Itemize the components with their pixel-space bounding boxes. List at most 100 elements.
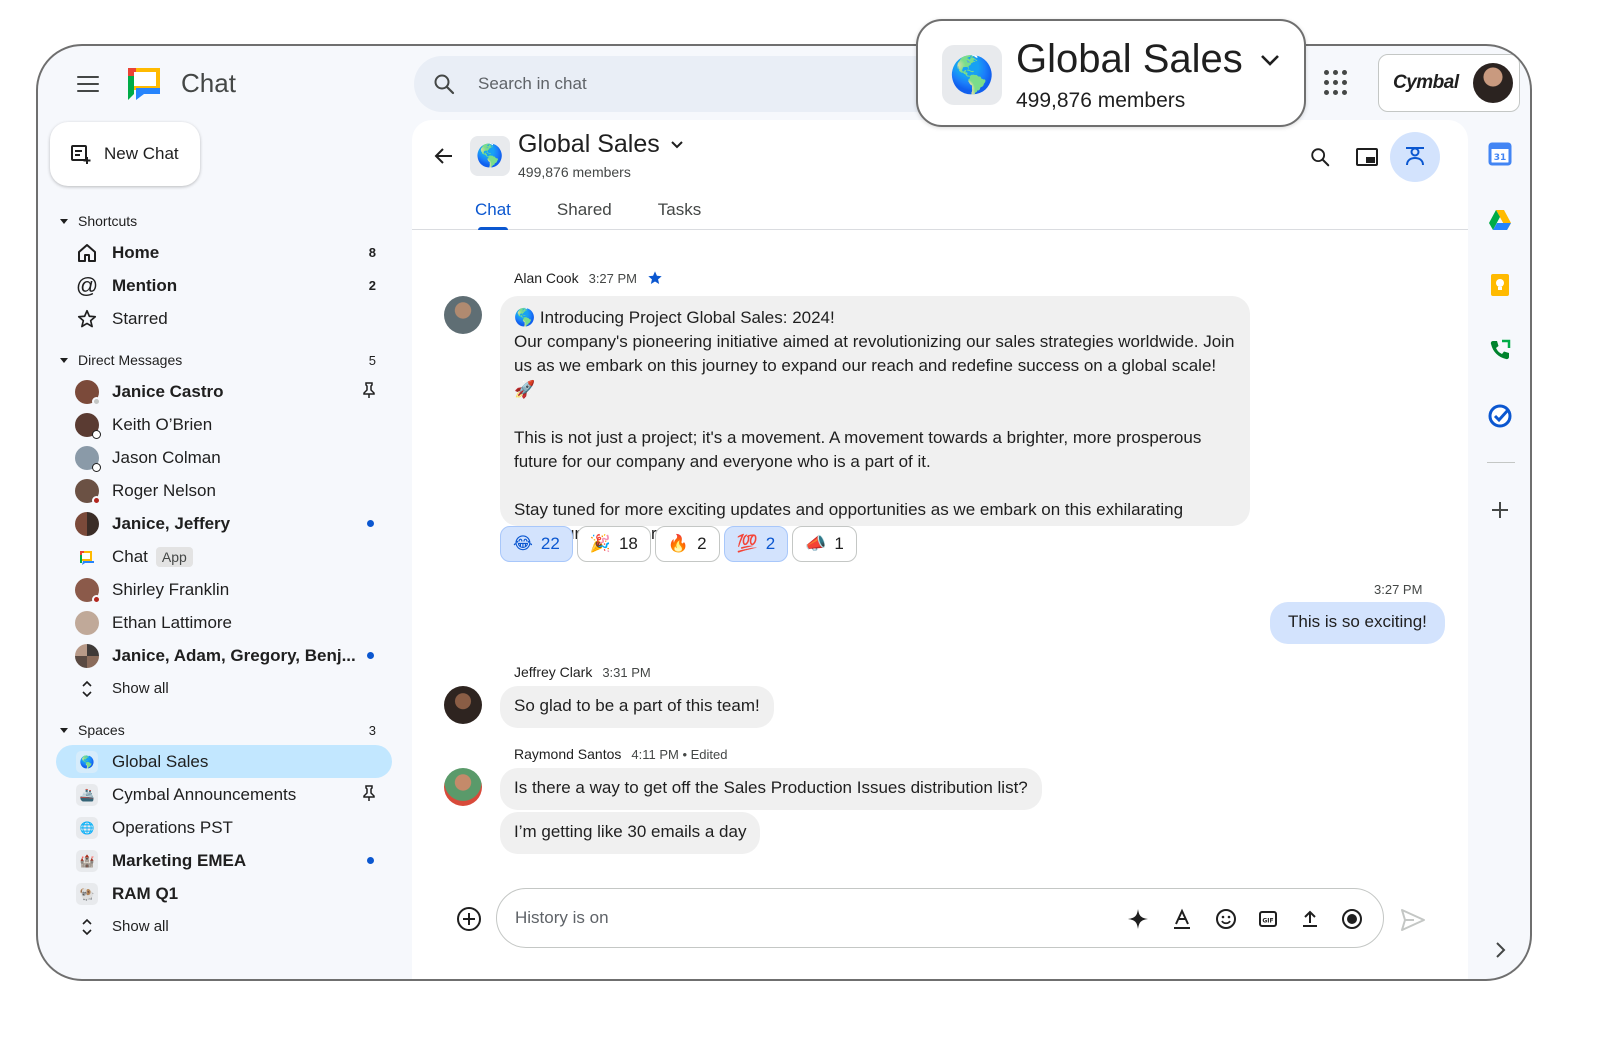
tab-chat[interactable]: Chat bbox=[458, 196, 528, 230]
chevron-right-icon[interactable] bbox=[1486, 936, 1514, 964]
drive-icon[interactable] bbox=[1486, 206, 1514, 234]
record-video-icon[interactable] bbox=[1339, 906, 1365, 932]
chevron-down-icon bbox=[671, 140, 683, 148]
tab-tasks[interactable]: Tasks bbox=[641, 196, 718, 230]
pin-icon[interactable] bbox=[362, 382, 376, 401]
star-icon bbox=[77, 309, 97, 327]
reaction-chip[interactable]: 📣 1 bbox=[792, 526, 857, 562]
calendar-icon[interactable]: 31 bbox=[1486, 140, 1514, 168]
voice-call-icon[interactable] bbox=[1486, 336, 1514, 364]
spaces-show-all[interactable]: Show all bbox=[38, 910, 410, 943]
ship-icon: 🚢 bbox=[76, 783, 98, 806]
left-navigation: Shortcuts Home 8 @ Mention 2 Starred Dir… bbox=[38, 206, 410, 943]
home-icon bbox=[78, 243, 96, 262]
avatar[interactable] bbox=[444, 768, 482, 806]
dm-item[interactable]: Janice, Adam, Gregory, Benj... bbox=[38, 639, 410, 672]
back-arrow-icon[interactable] bbox=[432, 144, 456, 168]
new-chat-button[interactable]: New Chat bbox=[50, 122, 200, 186]
message-time: 3:27 PM bbox=[1374, 582, 1423, 597]
avatar[interactable] bbox=[444, 296, 482, 334]
spaces-header[interactable]: Spaces 3 bbox=[38, 715, 410, 745]
star-filled-icon[interactable] bbox=[647, 270, 663, 286]
message-input[interactable] bbox=[515, 889, 1095, 947]
main-menu-icon[interactable] bbox=[72, 68, 104, 100]
unread-dot bbox=[367, 857, 374, 864]
account-button[interactable]: Cymbal bbox=[1378, 54, 1520, 112]
tasks-icon[interactable] bbox=[1486, 402, 1514, 430]
dm-item[interactable]: Keith O’Brien bbox=[38, 408, 410, 441]
dm-item[interactable]: Janice Castro bbox=[38, 375, 410, 408]
dm-item[interactable]: Roger Nelson bbox=[38, 474, 410, 507]
reaction-chip[interactable]: 😂 22 bbox=[500, 526, 573, 562]
app-window: Chat Cymbal New Chat Shortcuts Home 8 @ bbox=[36, 44, 1532, 981]
shortcut-mention[interactable]: @ Mention 2 bbox=[38, 269, 410, 302]
conversation-panel: 🌎 Global Sales 499,876 members Chat Shar… bbox=[412, 120, 1468, 979]
shortcut-starred[interactable]: Starred bbox=[38, 302, 410, 335]
text-format-icon[interactable] bbox=[1169, 906, 1195, 932]
avatar[interactable] bbox=[444, 686, 482, 724]
space-item-ram-q1[interactable]: 🐏 RAM Q1 bbox=[38, 877, 410, 910]
message-composer[interactable]: GIF bbox=[496, 888, 1384, 948]
search-icon bbox=[434, 74, 455, 95]
direct-messages-header[interactable]: Direct Messages 5 bbox=[38, 345, 410, 375]
dm-show-all[interactable]: Show all bbox=[38, 672, 410, 705]
dm-item[interactable]: Ethan Lattimore bbox=[38, 606, 410, 639]
top-bar: Chat Cymbal bbox=[38, 46, 1530, 122]
dm-item[interactable]: Jason Colman bbox=[38, 441, 410, 474]
add-attachment-icon[interactable] bbox=[456, 906, 482, 932]
home-count: 8 bbox=[368, 245, 376, 260]
apps-grid-icon[interactable] bbox=[1324, 70, 1350, 96]
people-toggle-icon bbox=[1406, 147, 1424, 166]
user-avatar bbox=[1473, 63, 1513, 103]
direct-messages-count: 5 bbox=[368, 352, 376, 368]
globe-icon: 🌎 bbox=[949, 54, 995, 95]
shortcuts-header[interactable]: Shortcuts bbox=[38, 206, 410, 236]
picture-in-picture-icon[interactable] bbox=[1352, 142, 1382, 172]
app-tag: App bbox=[155, 546, 193, 567]
send-icon[interactable] bbox=[1400, 908, 1426, 932]
space-details-button[interactable] bbox=[1390, 132, 1440, 182]
space-header: 🌎 Global Sales 499,876 members Chat Shar… bbox=[412, 120, 1468, 230]
space-callout-card: 🌎 Global Sales 499,876 members bbox=[916, 19, 1306, 127]
message-author: Jeffrey Clark 3:31 PM bbox=[514, 664, 651, 680]
reaction-chip[interactable]: 🎉 18 bbox=[576, 526, 651, 562]
reaction-chip[interactable]: 💯 2 bbox=[723, 526, 789, 562]
message-bubble: I’m getting like 30 emails a day bbox=[500, 812, 761, 854]
message-author: Raymond Santos 4:11 PM • Edited bbox=[514, 746, 728, 762]
callout-member-count: 499,876 members bbox=[1016, 89, 1186, 112]
gif-icon[interactable]: GIF bbox=[1255, 906, 1281, 932]
pin-icon[interactable] bbox=[362, 785, 376, 804]
space-item-marketing-emea[interactable]: 🏰 Marketing EMEA bbox=[38, 844, 410, 877]
brand-logo: Cymbal bbox=[1393, 72, 1459, 93]
dm-item[interactable]: Shirley Franklin bbox=[38, 573, 410, 606]
add-addon-icon[interactable] bbox=[1486, 496, 1514, 524]
message-bubble: 🌎 Introducing Project Global Sales: 2024… bbox=[500, 296, 1250, 543]
globe-icon: 🌎 bbox=[476, 143, 504, 168]
shortcut-home[interactable]: Home 8 bbox=[38, 236, 410, 269]
space-title[interactable]: Global Sales bbox=[518, 130, 684, 159]
space-item-global-sales[interactable]: 🌎 Global Sales bbox=[56, 745, 392, 778]
search-input[interactable] bbox=[478, 56, 898, 112]
avatar bbox=[75, 511, 99, 536]
space-item-operations-pst[interactable]: 🌐 Operations PST bbox=[38, 811, 410, 844]
callout-title[interactable]: Global Sales bbox=[1016, 37, 1281, 82]
search-in-space-icon[interactable] bbox=[1305, 142, 1335, 172]
keep-icon[interactable] bbox=[1486, 271, 1514, 299]
reaction-chip[interactable]: 🔥 2 bbox=[654, 526, 720, 562]
message-bubble: So glad to be a part of this team! bbox=[500, 686, 774, 728]
unread-dot bbox=[367, 652, 374, 659]
search-bar[interactable] bbox=[414, 56, 974, 112]
space-tabs: Chat Shared Tasks bbox=[458, 196, 730, 230]
tab-shared[interactable]: Shared bbox=[540, 196, 629, 230]
expand-icon bbox=[82, 680, 92, 697]
upload-icon[interactable] bbox=[1297, 906, 1323, 932]
emoji-icon[interactable] bbox=[1213, 906, 1239, 932]
unread-dot bbox=[367, 520, 374, 527]
dm-item[interactable]: Janice, Jeffery bbox=[38, 507, 410, 540]
space-item-cymbal-announcements[interactable]: 🚢 Cymbal Announcements bbox=[38, 778, 410, 811]
space-avatar: 🌎 bbox=[470, 136, 510, 176]
gemini-sparkle-icon[interactable] bbox=[1125, 906, 1151, 932]
dm-item-chat-app[interactable]: Chat App bbox=[38, 540, 410, 573]
app-title: Chat bbox=[181, 68, 236, 98]
collapse-caret-icon bbox=[60, 727, 68, 733]
